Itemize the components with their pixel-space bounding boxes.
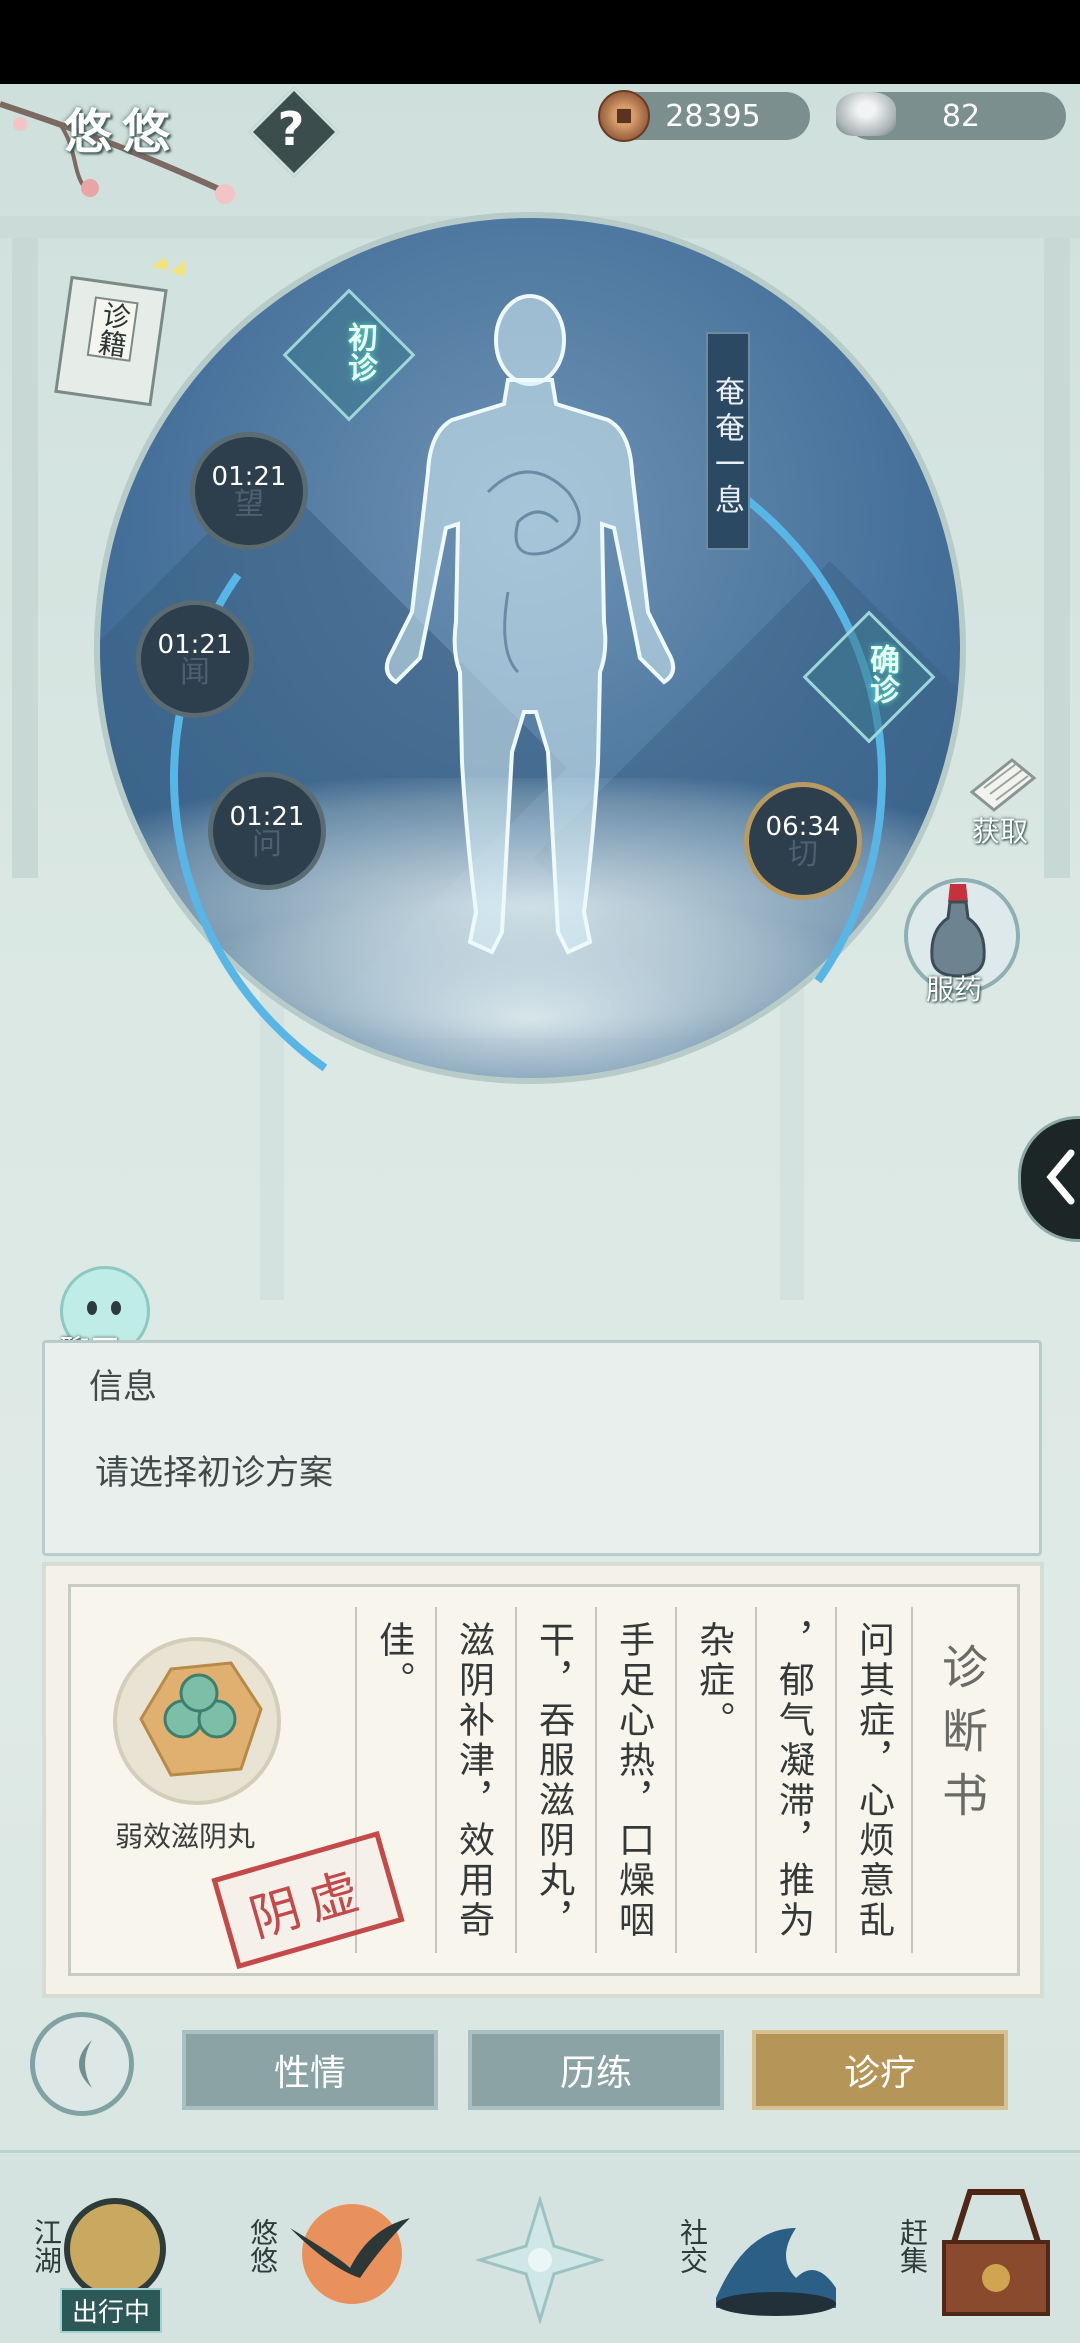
condition-banner: 奄奄一息 <box>706 332 750 550</box>
obtain-label: 获取 <box>972 815 1029 848</box>
left-pillar-decoration <box>12 238 38 878</box>
diagnosis-line-2: ，郁气凝滞，推为 <box>773 1621 814 1941</box>
initial-diagnosis-button[interactable]: 初诊 <box>316 318 377 386</box>
diagnosis-book-button[interactable]: 诊籍 <box>54 275 168 407</box>
info-title: 信息 <box>89 1367 157 1407</box>
nav-youyou[interactable]: 悠悠 <box>236 2178 416 2328</box>
chat-eye-left <box>87 1301 97 1315</box>
divider <box>911 1607 913 1953</box>
character-name: 悠悠 <box>64 104 181 160</box>
pill-icon <box>139 1661 263 1777</box>
scroll-icon <box>969 758 1037 812</box>
nav-market-label: 赶集 <box>896 2218 929 2274</box>
info-panel: 信息 请选择初诊方案 <box>42 1340 1042 1556</box>
timer-look[interactable]: 01:21 望 <box>190 432 308 550</box>
diagnosis-line-5: 干，吞服滋阴丸， <box>533 1621 574 1941</box>
tab-training[interactable]: 历练 <box>468 2030 724 2110</box>
diagnosis-line-3: 杂症。 <box>693 1621 734 1741</box>
obtain-button[interactable]: 获取 <box>952 752 1052 852</box>
chat-eye-right <box>111 1301 121 1315</box>
divider <box>595 1607 597 1953</box>
pill-item-frame[interactable] <box>113 1637 281 1805</box>
back-button[interactable] <box>30 2012 134 2116</box>
divider <box>675 1607 677 1953</box>
nav-jianghu-status: 出行中 <box>60 2288 163 2333</box>
divider <box>435 1607 437 1953</box>
timer-pulse[interactable]: 06:34 切 <box>744 782 862 900</box>
swallow-bird-icon <box>290 2218 410 2278</box>
tab-treatment[interactable]: 诊疗 <box>752 2030 1008 2110</box>
diagnosis-scroll-inner: 诊断书 问其症，心烦意乱 ，郁气凝滞，推为 杂症。 手足心热，口燥咽 干，吞服滋… <box>68 1584 1020 1976</box>
divider <box>515 1607 517 1953</box>
wave-icon <box>716 2228 836 2316</box>
take-medicine-label: 服药 <box>926 973 983 1006</box>
nav-market[interactable]: 赶集 <box>886 2178 1076 2328</box>
final-diagnosis-button[interactable]: 确诊 <box>838 640 899 708</box>
timer-ask[interactable]: 01:21 问 <box>208 772 326 890</box>
medicine-bottle-icon <box>930 884 986 978</box>
diagnosis-scroll: 诊断书 问其症，心烦意乱 ，郁气凝滞，推为 杂症。 手足心热，口燥咽 干，吞服滋… <box>42 1562 1044 1998</box>
copper-coin-icon <box>598 90 650 142</box>
tab-temperament[interactable]: 性情 <box>182 2030 438 2110</box>
timer-listen[interactable]: 01:21 闻 <box>136 600 254 718</box>
nav-jianghu-label: 江湖 <box>30 2218 63 2274</box>
info-text: 请选择初诊方案 <box>95 1453 333 1493</box>
diagnosis-line-6: 滋阴补津，效用奇 <box>453 1621 494 1941</box>
take-medicine-button[interactable]: 服药 <box>904 878 1020 1006</box>
chevron-left-icon <box>1046 1149 1075 1205</box>
diagnosis-heading: 诊断书 <box>935 1643 989 1835</box>
silver-ingot-icon <box>836 92 896 136</box>
nav-social[interactable]: 社交 <box>666 2178 846 2328</box>
diagnosis-book-label: 诊籍 <box>86 296 139 362</box>
diagnosis-line-4: 手足心热，口燥咽 <box>613 1621 654 1941</box>
pill-item-name: 弱效滋阴丸 <box>115 1820 256 1853</box>
boat-icon <box>64 2198 166 2300</box>
nav-youyou-label: 悠悠 <box>246 2218 279 2274</box>
divider <box>835 1607 837 1953</box>
diagnosis-line-1: 问其症，心烦意乱 <box>853 1621 894 1941</box>
help-button[interactable]: ? <box>259 97 323 161</box>
divider <box>755 1607 757 1953</box>
compass-star-icon <box>474 2194 606 2326</box>
nav-center-button[interactable] <box>474 2194 606 2326</box>
butterfly-icon <box>151 257 186 277</box>
status-bar <box>0 0 1080 84</box>
back-arrow-icon <box>79 2040 92 2088</box>
market-basket-icon <box>942 2189 1050 2316</box>
nav-jianghu[interactable]: 江湖 出行中 <box>20 2178 210 2333</box>
human-body-icon <box>384 294 676 955</box>
coin-hole <box>617 109 631 123</box>
